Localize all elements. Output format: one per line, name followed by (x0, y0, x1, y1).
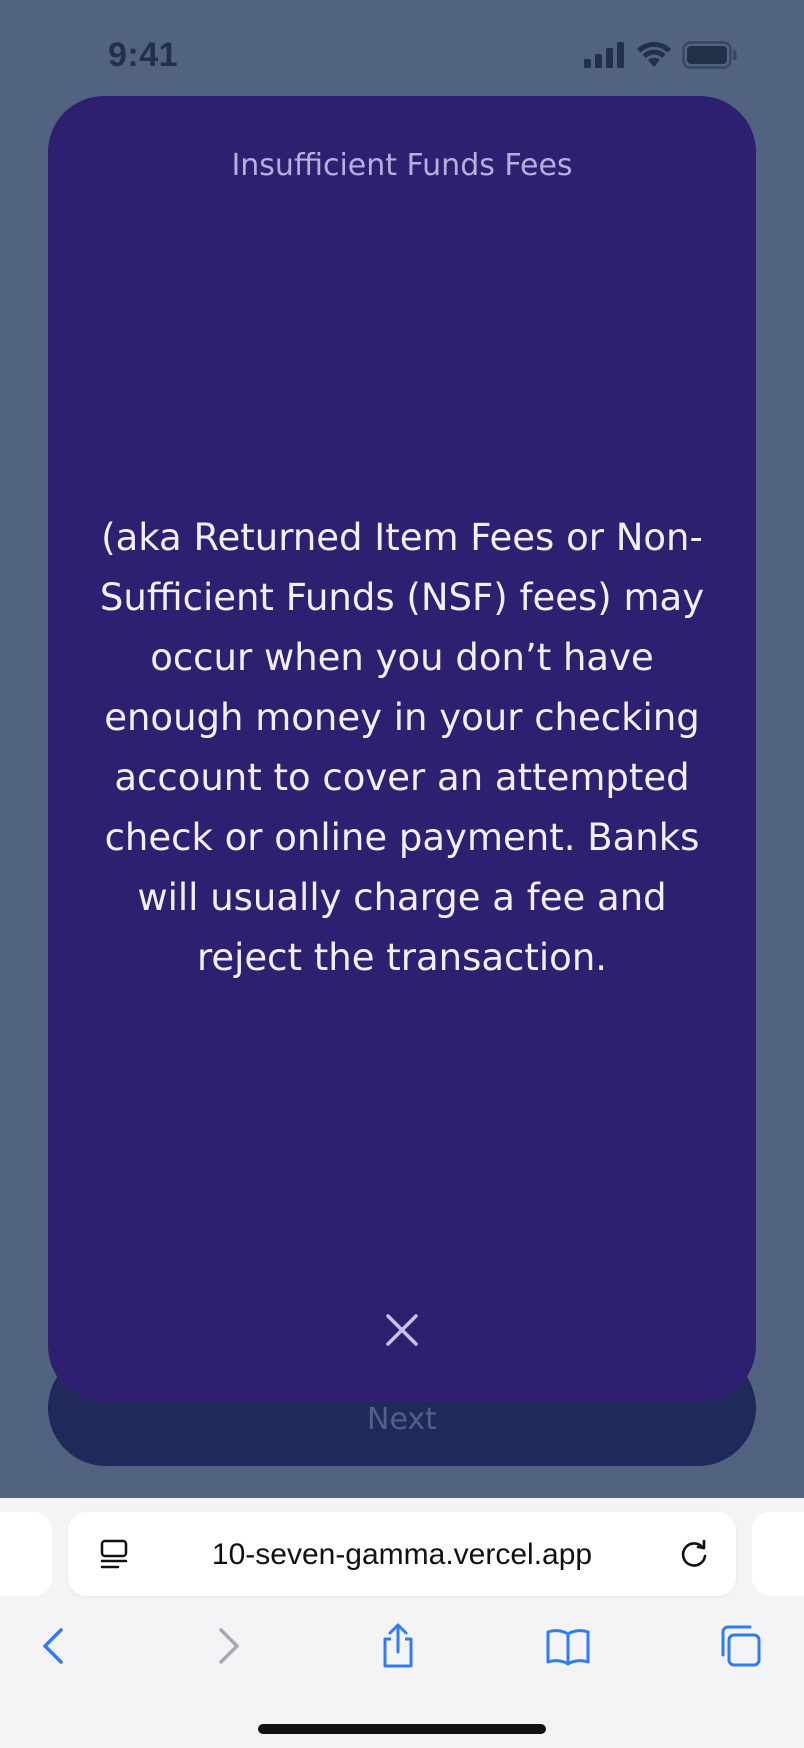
info-modal: Insufficient Funds Fees (aka Returned It… (48, 96, 756, 1402)
url-text[interactable]: 10-seven-gamma.vercel.app (68, 1538, 736, 1572)
share-icon (378, 1622, 418, 1674)
forward-button[interactable] (198, 1618, 258, 1678)
browser-bar: 10-seven-gamma.vercel.app (0, 1498, 804, 1748)
share-button[interactable] (368, 1618, 428, 1678)
cellular-signal-icon (584, 42, 626, 72)
previous-tab-preview[interactable] (0, 1512, 52, 1596)
tabs-icon (717, 1623, 763, 1673)
next-tab-preview[interactable] (752, 1512, 804, 1596)
modal-title: Insufficient Funds Fees (231, 148, 573, 183)
back-button[interactable] (24, 1618, 84, 1678)
chevron-left-icon (39, 1626, 69, 1670)
status-icons (584, 41, 738, 73)
close-button[interactable] (380, 1308, 424, 1352)
wifi-icon (636, 41, 672, 72)
browser-toolbar (0, 1610, 804, 1690)
close-icon (380, 1314, 424, 1356)
reload-icon[interactable] (676, 1536, 712, 1572)
chevron-right-icon (213, 1626, 243, 1670)
tabs-button[interactable] (710, 1618, 770, 1678)
modal-body-text: (aka Returned Item Fees or Non-Sufficien… (99, 516, 705, 979)
status-bar: 9:41 (0, 0, 804, 110)
book-icon (544, 1626, 592, 1670)
status-time: 9:41 (108, 36, 179, 74)
battery-icon (682, 41, 738, 73)
bookmarks-button[interactable] (538, 1618, 598, 1678)
home-indicator (258, 1724, 546, 1734)
address-bar[interactable]: 10-seven-gamma.vercel.app (68, 1512, 736, 1596)
